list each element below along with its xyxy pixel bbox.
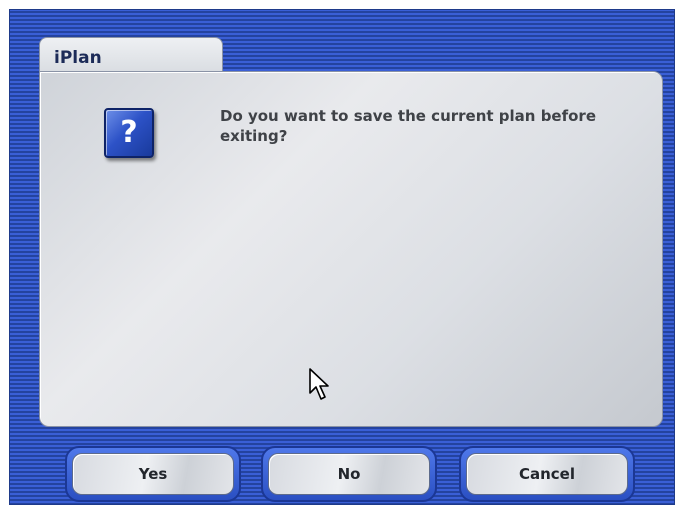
mouse-pointer-icon — [309, 368, 329, 400]
dialog-title: iPlan — [54, 48, 102, 68]
no-button-frame: No — [261, 446, 437, 502]
dialog-message: Do you want to save the current plan bef… — [220, 107, 597, 145]
dialog-window: iPlan ? Do you want to save the current … — [9, 9, 675, 505]
cancel-button-frame: Cancel — [459, 446, 635, 502]
question-icon: ? — [104, 108, 154, 158]
dialog-body: ? Do you want to save the current plan b… — [39, 71, 663, 427]
yes-button-frame: Yes — [65, 446, 241, 502]
no-button[interactable]: No — [268, 453, 430, 495]
yes-button[interactable]: Yes — [72, 453, 234, 495]
cancel-button[interactable]: Cancel — [466, 453, 628, 495]
